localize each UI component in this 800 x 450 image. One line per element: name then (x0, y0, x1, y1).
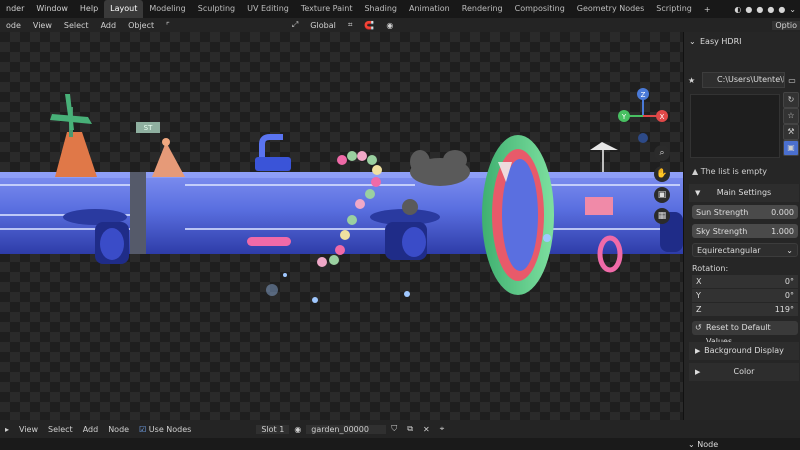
menu-render[interactable]: nder (0, 0, 30, 18)
background-display-header[interactable]: ▶ Background Display (689, 342, 799, 360)
3d-viewport[interactable]: ST Z X Y ⌕ ✋ ▣ ▦ (0, 32, 683, 420)
reset-default-button[interactable]: ↺ Reset to Default Values (692, 321, 798, 346)
add-workspace-button[interactable]: + (698, 5, 717, 14)
rotation-y-field[interactable]: Y 0° (692, 289, 798, 302)
favorite-star-icon[interactable]: ★ (688, 76, 702, 85)
projection-select[interactable]: Equirectangular ⌄ (692, 243, 798, 257)
hdri-path-row: ★ C:\Users\Utente\Dr... ▭ (688, 72, 799, 88)
use-nodes-checkbox[interactable]: ☑ Use Nodes (134, 425, 196, 434)
material-sphere-icon[interactable]: ◉ (289, 425, 306, 434)
tube-seam (130, 172, 146, 254)
tab-scripting[interactable]: Scripting (650, 0, 698, 18)
proportional-edit-icon[interactable]: ◉ (380, 21, 399, 30)
viewport-tools: ⌕ ✋ ▣ ▦ (654, 145, 670, 229)
mode-select[interactable]: ode (0, 21, 27, 30)
svg-text:Z: Z (641, 91, 646, 99)
fake-user-icon[interactable]: ⛉ (386, 424, 402, 434)
hdri-list[interactable] (690, 94, 780, 158)
refresh-icon[interactable]: ↻ (783, 92, 799, 108)
star-icon[interactable]: ☆ (783, 108, 799, 124)
duplicate-icon[interactable]: ⧉ (402, 424, 418, 434)
cursor-icon[interactable]: ⌜ (160, 21, 176, 30)
reset-icon: ↺ (695, 323, 702, 332)
orientation-icon[interactable]: ⤢ (286, 20, 304, 30)
node-editor-header: ▸ View Select Add Node ☑ Use Nodes Slot … (0, 420, 800, 438)
tab-animation[interactable]: Animation (403, 0, 456, 18)
editor-type-icon[interactable]: ▸ (0, 425, 14, 434)
chevron-down-icon: ⌄ (689, 37, 696, 46)
svg-text:Y: Y (621, 113, 627, 121)
transform-orientation-select[interactable]: Global (304, 21, 342, 30)
node-editor-strip (0, 438, 800, 450)
tab-layout[interactable]: Layout (104, 0, 144, 18)
color-header[interactable]: ▶ Color (689, 363, 799, 381)
top-menu-bar: nder Window Help Layout Modeling Sculpti… (0, 0, 800, 18)
tab-uv-editing[interactable]: UV Editing (241, 0, 295, 18)
slot-select[interactable]: Slot 1 (256, 424, 290, 434)
menu-help[interactable]: Help (74, 0, 104, 18)
tab-modeling[interactable]: Modeling (143, 0, 191, 18)
sun-strength-field[interactable]: Sun Strength 0.000 (692, 205, 798, 219)
image-icon[interactable]: ▣ (783, 140, 799, 156)
menu-object[interactable]: Object (122, 21, 160, 30)
rotation-label: Rotation: (692, 264, 729, 273)
main-settings-header[interactable]: ▼ Main Settings (689, 184, 799, 202)
options-button[interactable]: Optio (772, 20, 800, 30)
list-empty-message: ▲ The list is empty (692, 167, 768, 176)
shading-dropdown-icon[interactable]: ⌄ (789, 5, 796, 14)
svg-text:X: X (660, 113, 665, 121)
snap-icon[interactable]: 🧲 (358, 21, 380, 30)
pink-pill (247, 237, 291, 246)
tools-icon[interactable]: ⚒ (783, 124, 799, 140)
menu-view[interactable]: View (14, 425, 43, 434)
node-panel-header[interactable]: ⌄ Node (688, 440, 718, 449)
menu-select[interactable]: Select (58, 21, 95, 30)
material-shading-icon[interactable]: ● (767, 5, 774, 14)
menu-add[interactable]: Add (95, 21, 123, 30)
zoom-icon[interactable]: ⌕ (654, 145, 670, 161)
floating-tag-label: ST (144, 124, 153, 132)
scene-icon[interactable]: ◐ (734, 5, 741, 14)
camera-icon[interactable]: ▣ (654, 187, 670, 203)
rotation-x-field[interactable]: X 0° (692, 275, 798, 288)
grid-icon[interactable]: ▦ (654, 208, 670, 224)
folder-icon[interactable]: ▭ (785, 76, 799, 85)
rendered-shading-icon[interactable]: ● (778, 5, 785, 14)
windmill (55, 132, 97, 177)
menu-window[interactable]: Window (30, 0, 74, 18)
menu-select[interactable]: Select (43, 425, 78, 434)
menu-view[interactable]: View (27, 21, 58, 30)
warning-icon: ▲ (692, 167, 699, 176)
tab-shading[interactable]: Shading (358, 0, 403, 18)
material-name-field[interactable]: garden_00000 (306, 424, 387, 434)
menu-add[interactable]: Add (78, 425, 104, 434)
tab-geometry-nodes[interactable]: Geometry Nodes (571, 0, 650, 18)
hdri-path-field[interactable]: C:\Users\Utente\Dr... (702, 72, 785, 88)
navigation-gizmo[interactable]: Z X Y (612, 84, 676, 148)
solid-shading-icon[interactable]: ● (756, 5, 763, 14)
tab-compositing[interactable]: Compositing (509, 0, 571, 18)
tab-rendering[interactable]: Rendering (456, 0, 509, 18)
viewport-header: ode View Select Add Object ⌜ ⤢ Global ⌗ … (0, 18, 800, 32)
tab-sculpting[interactable]: Sculpting (192, 0, 241, 18)
rotation-z-field[interactable]: Z 119° (692, 303, 798, 316)
pivot-icon[interactable]: ⌗ (342, 20, 359, 30)
topbar-right: ◐ ● ● ● ● ⌄ (734, 0, 796, 18)
chevron-down-icon: ⌄ (786, 246, 793, 255)
easy-hdri-panel: ⌄ Easy HDRI ★ C:\Users\Utente\Dr... ▭ ↻ … (683, 32, 800, 420)
scene-render: ST (0, 94, 683, 303)
menu-node[interactable]: Node (103, 425, 134, 434)
checkbox-icon: ☑ (139, 424, 147, 434)
panel-title: Easy HDRI (700, 37, 742, 46)
pin-icon[interactable]: ⌖ (435, 424, 450, 434)
tab-texture-paint[interactable]: Texture Paint (295, 0, 359, 18)
render-preview-icon[interactable]: ● (745, 5, 752, 14)
chevron-down-icon: ⌄ (688, 440, 695, 449)
pan-icon[interactable]: ✋ (654, 166, 670, 182)
unlink-icon[interactable]: ✕ (418, 425, 435, 434)
panel-header[interactable]: ⌄ Easy HDRI (684, 32, 800, 52)
sky-strength-field[interactable]: Sky Strength 1.000 (692, 224, 798, 238)
